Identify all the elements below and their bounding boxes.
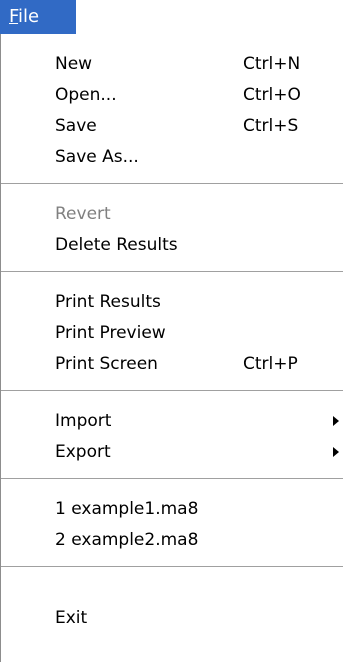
menu-item-open-label: Open... bbox=[55, 85, 117, 105]
menu-item-new[interactable]: New Ctrl+N bbox=[0, 49, 343, 80]
menu-item-import[interactable]: Import bbox=[0, 406, 343, 437]
menu-item-print-results[interactable]: Print Results bbox=[0, 287, 343, 318]
menu-bar: File bbox=[0, 0, 343, 34]
menu-item-export-label: Export bbox=[55, 442, 111, 462]
menu-item-recent-1-label: 1 example1.ma8 bbox=[55, 499, 199, 519]
menu-item-delete-results-label: Delete Results bbox=[55, 235, 178, 255]
file-dropdown: New Ctrl+N Open... Ctrl+O Save Ctrl+S Sa… bbox=[0, 34, 343, 662]
menu-item-exit-label: Exit bbox=[55, 608, 88, 628]
file-menu[interactable]: File bbox=[0, 0, 76, 34]
menu-item-print-screen-label: Print Screen bbox=[55, 354, 158, 374]
menu-item-import-label: Import bbox=[55, 411, 112, 431]
menu-item-new-label: New bbox=[55, 54, 93, 74]
menu-item-open-shortcut: Ctrl+O bbox=[243, 85, 301, 105]
menu-separator bbox=[1, 478, 343, 480]
menu-item-revert-label: Revert bbox=[55, 204, 111, 224]
menu-item-print-results-label: Print Results bbox=[55, 292, 161, 312]
menu-item-save-as-label: Save As... bbox=[55, 147, 139, 167]
menu-item-open[interactable]: Open... Ctrl+O bbox=[0, 80, 343, 111]
menu-separator bbox=[1, 183, 343, 185]
submenu-arrow-icon bbox=[333, 447, 339, 457]
menu-item-save[interactable]: Save Ctrl+S bbox=[0, 111, 343, 142]
menu-item-new-shortcut: Ctrl+N bbox=[243, 54, 301, 74]
menu-item-print-screen[interactable]: Print Screen Ctrl+P bbox=[0, 349, 343, 380]
screen: File New Ctrl+N Open... Ctrl+O Save Ctrl… bbox=[0, 0, 343, 662]
submenu-arrow-icon bbox=[333, 416, 339, 426]
menu-item-export[interactable]: Export bbox=[0, 437, 343, 468]
menu-item-exit[interactable]: Exit bbox=[0, 603, 343, 634]
menu-item-save-label: Save bbox=[55, 116, 97, 136]
file-menu-label: ile bbox=[18, 6, 40, 27]
menu-item-recent-2-label: 2 example2.ma8 bbox=[55, 530, 199, 550]
menu-item-save-as[interactable]: Save As... bbox=[0, 142, 343, 173]
menu-item-recent-1[interactable]: 1 example1.ma8 bbox=[0, 494, 343, 525]
menu-item-delete-results[interactable]: Delete Results bbox=[0, 230, 343, 261]
menu-separator bbox=[1, 271, 343, 273]
menu-item-print-preview[interactable]: Print Preview bbox=[0, 318, 343, 349]
menu-item-print-screen-shortcut: Ctrl+P bbox=[243, 354, 298, 374]
menu-item-revert: Revert bbox=[0, 199, 343, 230]
menu-separator bbox=[1, 390, 343, 392]
menu-separator bbox=[1, 566, 343, 568]
file-menu-mnemonic: F bbox=[9, 6, 19, 27]
menu-item-recent-2[interactable]: 2 example2.ma8 bbox=[0, 525, 343, 556]
menu-item-print-preview-label: Print Preview bbox=[55, 323, 166, 343]
menu-item-save-shortcut: Ctrl+S bbox=[243, 116, 299, 136]
